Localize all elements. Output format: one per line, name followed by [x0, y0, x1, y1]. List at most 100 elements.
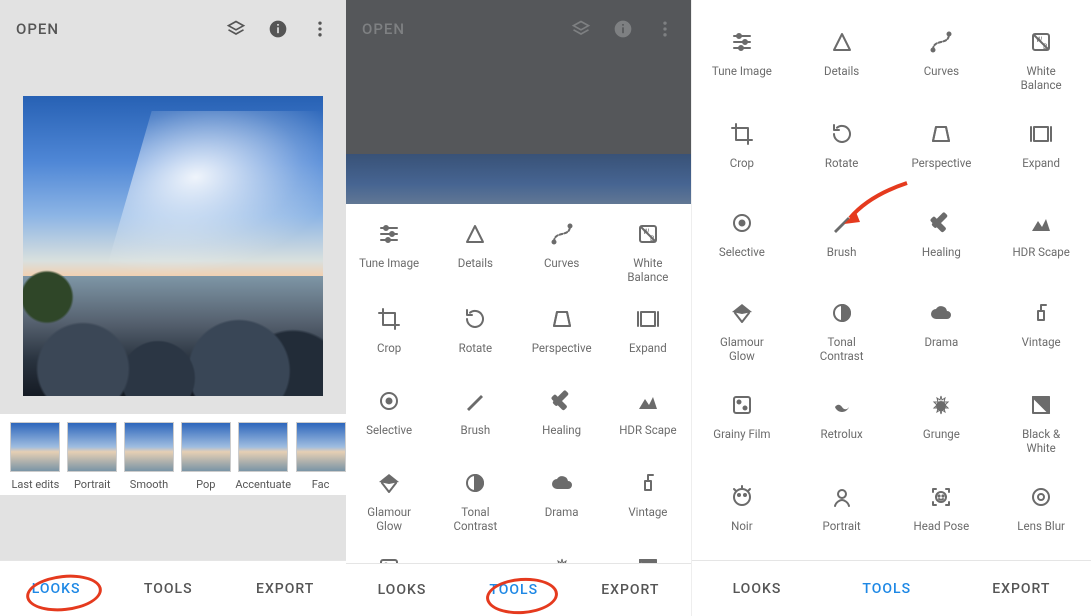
info-icon[interactable]	[268, 19, 288, 39]
tool-noir[interactable]: Noir	[692, 475, 792, 560]
tool-curves[interactable]: Curves	[519, 212, 605, 291]
tool-headpose[interactable]: Head Pose	[892, 475, 992, 560]
tool-selective[interactable]: Selective	[692, 201, 792, 286]
tool-vintage[interactable]: Vintage	[991, 291, 1091, 379]
tool-glamour[interactable]: GlamourGlow	[346, 461, 432, 540]
nav-export[interactable]: EXPORT	[601, 582, 659, 598]
tool-brush[interactable]: Brush	[432, 379, 518, 455]
tool-label: Lens Blur	[1017, 519, 1065, 545]
tool-expand[interactable]: Expand	[605, 297, 691, 373]
brush-icon	[830, 211, 854, 235]
tool-label: Grunge	[923, 427, 960, 453]
tune-icon	[730, 30, 754, 54]
nav-tools[interactable]: TOOLS	[862, 581, 911, 597]
tool-curves[interactable]: Curves	[892, 20, 992, 108]
layers-icon[interactable]	[226, 19, 246, 39]
tool-rotate[interactable]: Rotate	[792, 112, 892, 197]
tool-selective[interactable]: Selective	[346, 379, 432, 455]
tool-label: Selective	[719, 245, 765, 271]
grunge-icon	[550, 556, 574, 563]
tool-tonal[interactable]: TonalContrast	[792, 291, 892, 379]
tool-hdr[interactable]: HDR Scape	[605, 379, 691, 455]
more-icon[interactable]	[310, 19, 330, 39]
look-thumb[interactable]: Pop	[180, 422, 231, 491]
tool-label: Drama	[545, 505, 579, 531]
nav-tools[interactable]: TOOLS	[144, 581, 193, 597]
nav-export[interactable]: EXPORT	[256, 581, 314, 597]
healing-icon	[550, 389, 574, 413]
nav-looks[interactable]: LOOKS	[733, 581, 782, 597]
look-thumb[interactable]: Portrait	[67, 422, 118, 491]
info-icon[interactable]	[613, 19, 633, 39]
tool-grunge[interactable]: Grunge	[519, 546, 605, 563]
tool-portrait[interactable]: Portrait	[792, 475, 892, 560]
tool-tune[interactable]: Tune Image	[692, 20, 792, 108]
tool-whitebalance[interactable]: WB WhiteBalance	[991, 20, 1091, 108]
curves-icon	[929, 30, 953, 54]
image-preview[interactable]	[0, 58, 346, 414]
tool-retrolux[interactable]: Retrolux	[432, 546, 518, 563]
portrait-icon	[830, 485, 854, 509]
vintage-icon	[1029, 301, 1053, 325]
nav-looks[interactable]: LOOKS	[32, 581, 81, 597]
open-button[interactable]: OPEN	[16, 20, 59, 38]
tool-whitebalance[interactable]: WBWhiteBalance	[605, 212, 691, 291]
tool-bw[interactable]: Black &White	[605, 546, 691, 563]
tool-grainy[interactable]: Grainy Film	[346, 546, 432, 563]
selective-icon	[730, 211, 754, 235]
open-button[interactable]: OPEN	[362, 20, 405, 38]
tool-healing[interactable]: Healing	[519, 379, 605, 455]
tool-label: Details	[824, 64, 859, 90]
tool-perspective[interactable]: Perspective	[519, 297, 605, 373]
whitebalance-icon: WB	[1029, 30, 1053, 54]
glamour-icon	[730, 301, 754, 325]
nav-tools[interactable]: TOOLS	[489, 582, 538, 598]
tool-drama[interactable]: Drama	[892, 291, 992, 379]
tool-bw[interactable]: Black &White	[991, 383, 1091, 471]
tool-tonal[interactable]: TonalContrast	[432, 461, 518, 540]
tool-label: WhiteBalance	[627, 256, 668, 285]
tool-drama[interactable]: Drama	[519, 461, 605, 540]
panel-looks: OPEN Last edits PortraitSmoothPopAccentua…	[0, 0, 346, 616]
tool-retrolux[interactable]: Retrolux	[792, 383, 892, 471]
tool-label: GlamourGlow	[367, 505, 411, 534]
tool-tune[interactable]: Tune Image	[346, 212, 432, 291]
preview-strip	[346, 154, 691, 204]
nav-export[interactable]: EXPORT	[992, 581, 1050, 597]
look-thumb[interactable]: Fac	[295, 422, 346, 491]
grainy-icon	[730, 393, 754, 417]
tool-hdr[interactable]: HDR Scape	[991, 201, 1091, 286]
nav-looks[interactable]: LOOKS	[378, 582, 427, 598]
tool-crop[interactable]: Crop	[346, 297, 432, 373]
tool-details[interactable]: Details	[792, 20, 892, 108]
tool-label: Black &White	[1022, 427, 1060, 456]
tool-label: Curves	[924, 64, 959, 90]
tool-rotate[interactable]: Rotate	[432, 297, 518, 373]
tool-brush[interactable]: Brush	[792, 201, 892, 286]
more-icon[interactable]	[655, 19, 675, 39]
tool-label: Tune Image	[712, 64, 772, 90]
tool-crop[interactable]: Crop	[692, 112, 792, 197]
look-thumb[interactable]: Accentuate	[237, 422, 289, 491]
bw-icon	[636, 556, 660, 563]
tool-healing[interactable]: Healing	[892, 201, 992, 286]
tool-perspective[interactable]: Perspective	[892, 112, 992, 197]
photo	[23, 96, 323, 396]
tool-label: WhiteBalance	[1021, 64, 1062, 93]
layers-icon[interactable]	[571, 19, 591, 39]
tool-grunge[interactable]: Grunge	[892, 383, 992, 471]
tool-grainy[interactable]: Grainy Film	[692, 383, 792, 471]
tools-grid-full: Tune Image Details Curves WB WhiteBalance Cro…	[692, 0, 1091, 560]
tool-vintage[interactable]: Vintage	[605, 461, 691, 540]
thumb-label: Last edits	[11, 478, 59, 491]
crop-icon	[730, 122, 754, 146]
tool-label: Selective	[366, 423, 412, 449]
look-thumb[interactable]: Smooth	[124, 422, 175, 491]
tool-label: HDR Scape	[1012, 245, 1069, 271]
tool-label: Rotate	[825, 156, 859, 182]
look-thumb[interactable]: Last edits	[10, 422, 61, 491]
tool-glamour[interactable]: GlamourGlow	[692, 291, 792, 379]
tool-details[interactable]: Details	[432, 212, 518, 291]
tool-expand[interactable]: Expand	[991, 112, 1091, 197]
tool-lensblur[interactable]: Lens Blur	[991, 475, 1091, 560]
